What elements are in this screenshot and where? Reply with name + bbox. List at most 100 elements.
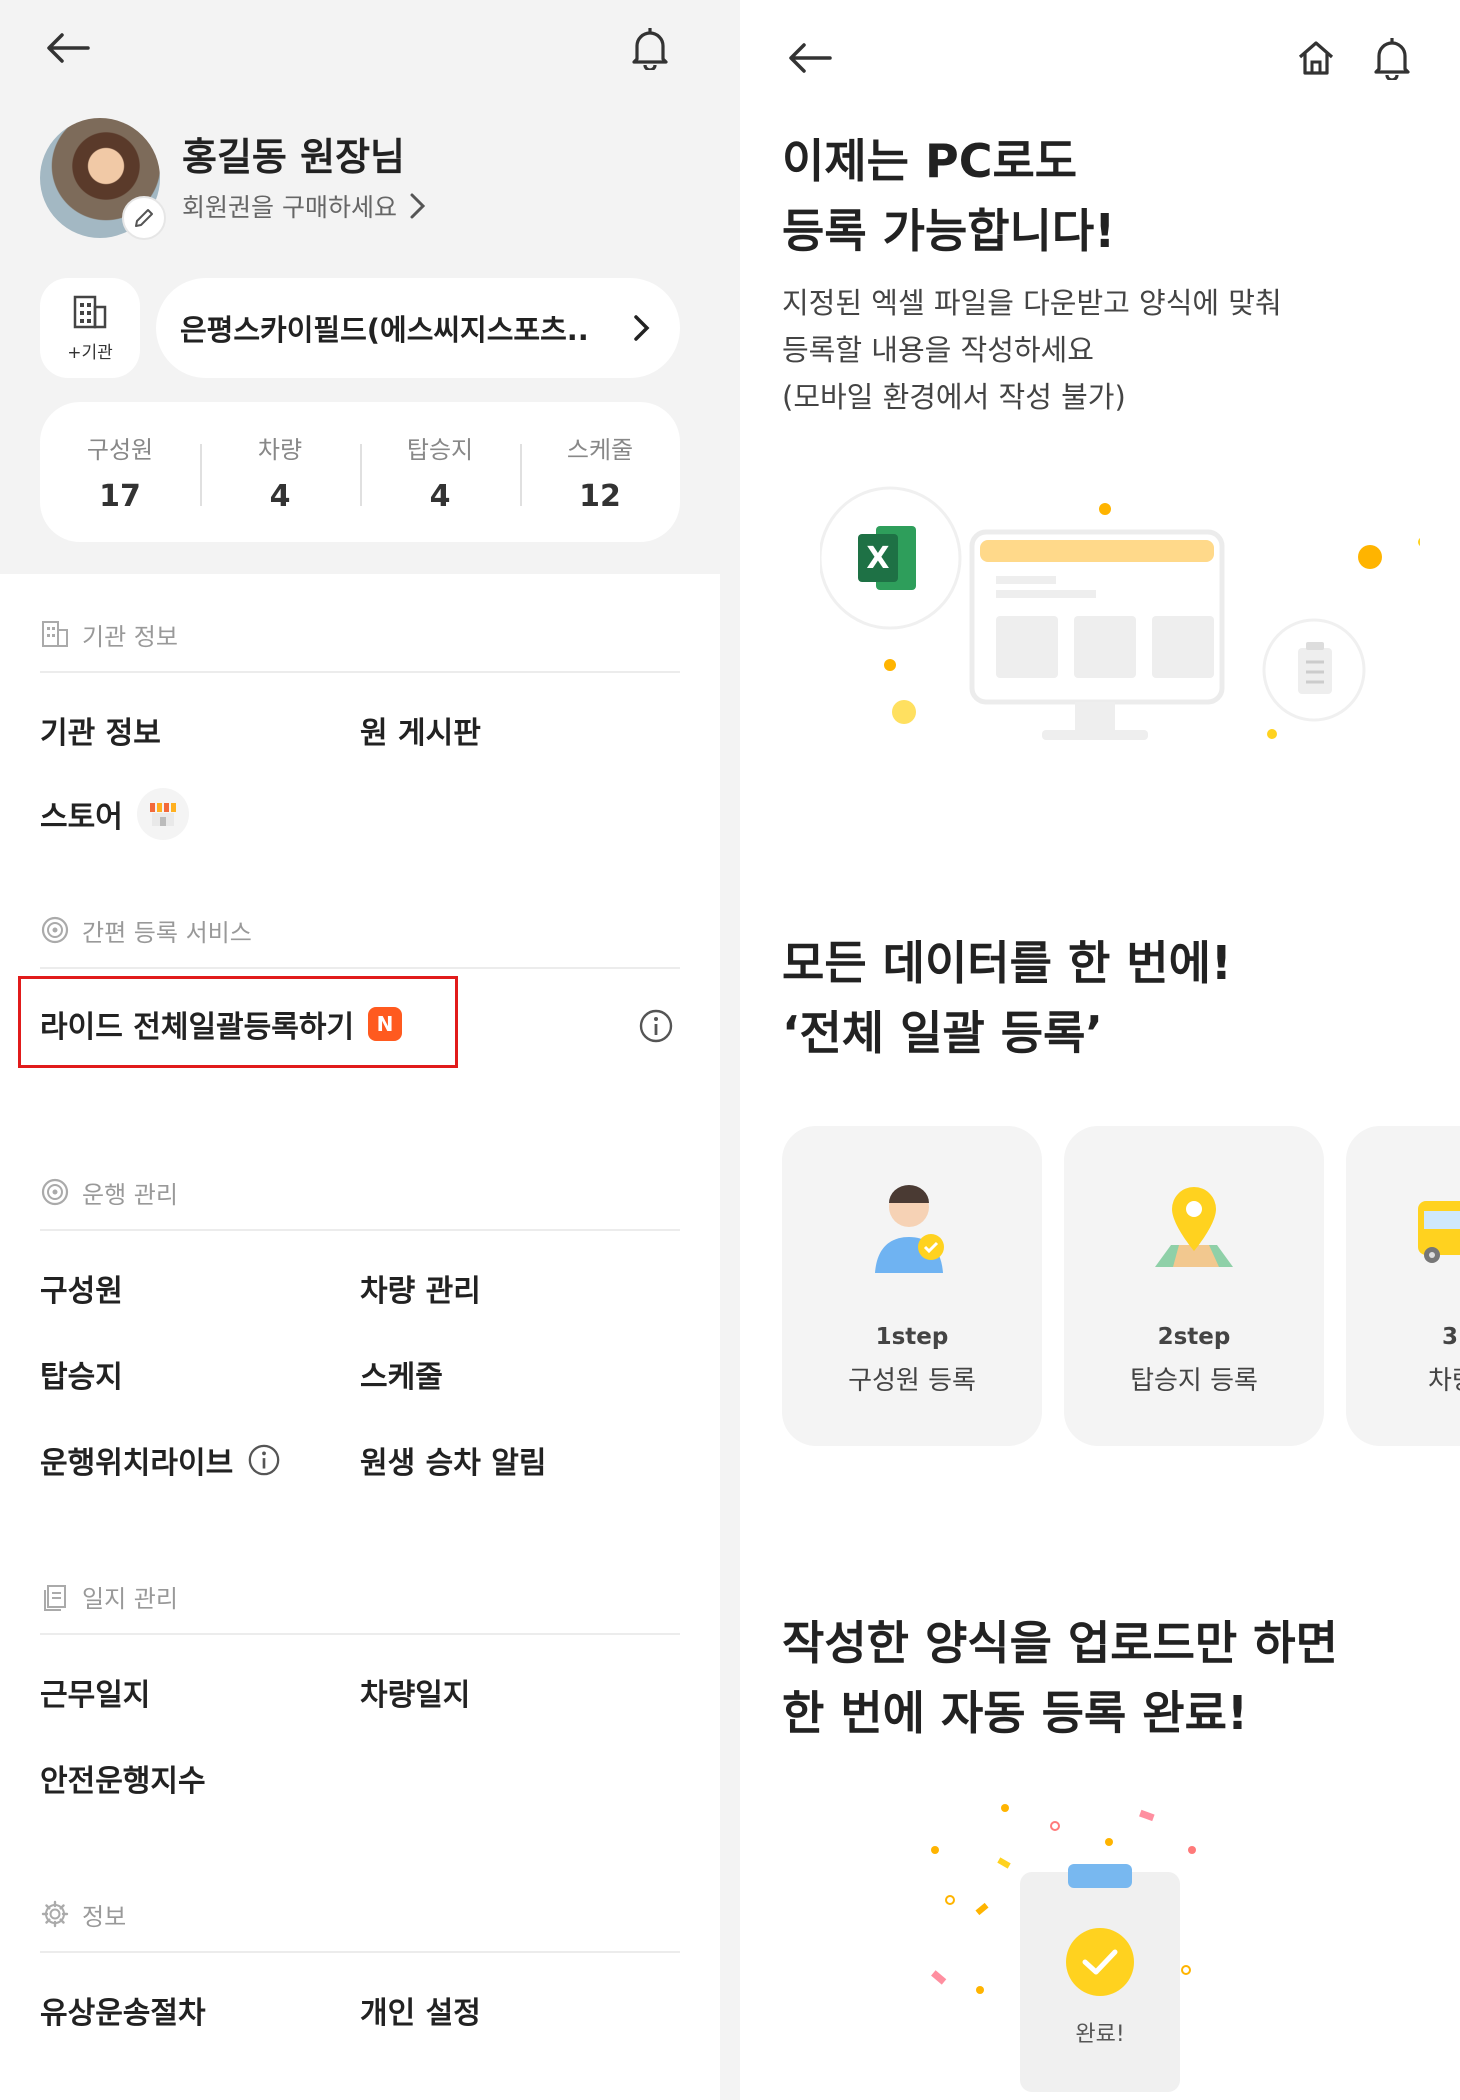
menu-vehicle-log[interactable]: 차량일지 xyxy=(360,1670,470,1714)
stat-members[interactable]: 구성원 17 xyxy=(40,430,200,514)
add-organization-button[interactable]: +기관 xyxy=(40,278,140,378)
bus-icon xyxy=(1346,1176,1460,1286)
section-operation-header: 운행 관리 xyxy=(40,1172,680,1212)
step-card-members: 1step 구성원 등록 xyxy=(782,1126,1042,1446)
building-icon xyxy=(73,295,107,328)
organization-name: 은평스카이필드(에스씨지스포츠.. xyxy=(180,313,589,347)
stats-card: 구성원 17 차량 4 탑승지 4 스케줄 12 xyxy=(40,402,680,542)
section-log-header: 일지 관리 xyxy=(40,1576,680,1616)
hero-title: 이제는 PC로도 등록 가능합니다! xyxy=(782,126,1115,266)
clipboard-clip xyxy=(1068,1864,1132,1888)
hero-title-line: 등록 가능합니다! xyxy=(782,204,1116,258)
document-icon xyxy=(44,1585,66,1611)
section-title: 운행 관리 xyxy=(82,1180,178,1209)
step-label: 탑승지 등록 xyxy=(1130,1366,1258,1396)
menu-org-info[interactable]: 기관 정보 xyxy=(40,708,161,752)
menu-schedule[interactable]: 스케줄 xyxy=(360,1352,443,1396)
menu-members[interactable]: 구성원 xyxy=(40,1266,123,1310)
chevron-right-icon xyxy=(634,315,650,341)
desc-line: 지정된 엑셀 파일을 다운받고 양식에 맞춰 xyxy=(782,286,1282,320)
section-divider xyxy=(40,671,680,673)
check-icon xyxy=(1066,1928,1134,1996)
menu-board[interactable]: 원 게시판 xyxy=(360,708,481,752)
section-divider xyxy=(40,1633,680,1635)
hero-description: 지정된 엑셀 파일을 다운받고 양식에 맞춰 등록할 내용을 작성하세요 (모바… xyxy=(782,280,1282,421)
store-icon xyxy=(136,788,189,840)
stat-label: 구성원 xyxy=(86,436,154,464)
member-icon xyxy=(867,1176,957,1286)
section-divider xyxy=(40,1951,680,1953)
menu-boarding-alert[interactable]: 원생 승차 알림 xyxy=(360,1438,547,1482)
membership-link-label: 회원권을 구매하세요 xyxy=(182,193,397,222)
stat-vehicles[interactable]: 차량 4 xyxy=(200,430,360,514)
step-card-vehicles: 3 차량 xyxy=(1346,1126,1460,1446)
membership-link[interactable]: 회원권을 구매하세요 xyxy=(182,188,427,224)
info-icon[interactable] xyxy=(634,1004,678,1048)
desc-line: (모바일 환경에서 작성 불가) xyxy=(782,380,1126,414)
stat-value: 4 xyxy=(269,479,291,514)
panel-divider xyxy=(720,0,740,2100)
section-title: 기관 정보 xyxy=(82,622,178,651)
back-arrow-icon[interactable] xyxy=(782,30,838,86)
building-icon xyxy=(42,621,68,647)
menu-personal-settings[interactable]: 개인 설정 xyxy=(360,1988,481,2032)
bell-icon[interactable] xyxy=(622,20,678,76)
menu-store[interactable]: 스토어 xyxy=(40,788,189,840)
section-divider xyxy=(40,967,680,969)
menu-stops[interactable]: 탑승지 xyxy=(40,1352,123,1396)
stat-stops[interactable]: 탑승지 4 xyxy=(360,430,520,514)
menu-transport-procedure[interactable]: 유상운송절차 xyxy=(40,1988,206,2032)
hero-title-line: 이제는 PC로도 xyxy=(782,134,1078,188)
stat-label: 스케줄 xyxy=(566,436,634,464)
menu-store-label: 스토어 xyxy=(40,800,123,835)
section2-title: 모든 데이터를 한 번에! ‘전체 일괄 등록’ xyxy=(782,928,1232,1068)
back-arrow-icon[interactable] xyxy=(40,20,96,76)
menu-safety-index[interactable]: 안전운행지수 xyxy=(40,1756,206,1800)
gear-icon xyxy=(41,1900,69,1928)
menu-live-location-label: 운행위치라이브 xyxy=(40,1446,234,1481)
menu-panel: 홍길동 원장님 회원권을 구매하세요 +기관 은평스카이필드(에스씨지스포츠..… xyxy=(0,0,720,2100)
map-pin-icon xyxy=(1149,1176,1239,1286)
step-number: 2step xyxy=(1157,1324,1231,1350)
pc-excel-illustration: X xyxy=(820,486,1420,740)
menu-bulk-register[interactable]: 라이드 전체일괄등록하기 N xyxy=(40,1002,403,1046)
section-quick-register-header: 간편 등록 서비스 xyxy=(40,910,680,950)
section2-title-line: ‘전체 일괄 등록’ xyxy=(782,1006,1103,1060)
stat-label: 차량 xyxy=(257,436,303,464)
add-organization-label: +기관 xyxy=(67,342,113,363)
step-number: 1step xyxy=(875,1324,949,1350)
menu-work-log[interactable]: 근무일지 xyxy=(40,1670,150,1714)
section-title: 간편 등록 서비스 xyxy=(82,918,252,947)
svg-text:X: X xyxy=(866,541,889,576)
user-name: 홍길동 원장님 xyxy=(182,135,405,179)
bulk-register-guide: 이제는 PC로도 등록 가능합니다! 지정된 엑셀 파일을 다운받고 양식에 맞… xyxy=(740,0,1460,2100)
step-label: 차량 xyxy=(1428,1366,1460,1396)
menu-vehicles[interactable]: 차량 관리 xyxy=(360,1266,481,1310)
step-card-stops: 2step 탑승지 등록 xyxy=(1064,1126,1324,1446)
pencil-icon[interactable] xyxy=(122,196,166,240)
section-divider xyxy=(40,1229,680,1231)
organization-selector[interactable]: 은평스카이필드(에스씨지스포츠.. xyxy=(156,278,680,378)
stat-value: 17 xyxy=(99,479,141,514)
stat-value: 12 xyxy=(579,479,621,514)
section-title: 정보 xyxy=(82,1902,127,1931)
steering-wheel-icon xyxy=(41,1178,69,1206)
section-title: 일지 관리 xyxy=(82,1584,178,1613)
section3-title-line: 한 번에 자동 등록 완료! xyxy=(782,1686,1248,1740)
done-label: 완료! xyxy=(1075,2022,1125,2047)
step-number: 3 xyxy=(1442,1324,1459,1350)
stat-schedules[interactable]: 스케줄 12 xyxy=(520,430,680,514)
info-icon[interactable] xyxy=(247,1443,281,1477)
bell-icon[interactable] xyxy=(1364,30,1420,86)
section-info-header: 정보 xyxy=(40,1894,680,1934)
section2-title-line: 모든 데이터를 한 번에! xyxy=(782,936,1232,990)
menu-bulk-register-label: 라이드 전체일괄등록하기 xyxy=(40,1010,355,1045)
done-clipboard: 완료! xyxy=(1020,1864,1180,2092)
stat-label: 탑승지 xyxy=(406,436,474,464)
section3-title-line: 작성한 양식을 업로드만 하면 xyxy=(782,1616,1338,1670)
home-icon[interactable] xyxy=(1288,30,1344,86)
menu-live-location[interactable]: 운행위치라이브 xyxy=(40,1438,281,1482)
desc-line: 등록할 내용을 작성하세요 xyxy=(782,333,1094,367)
new-badge: N xyxy=(368,1007,403,1041)
chevron-right-icon xyxy=(410,193,426,219)
